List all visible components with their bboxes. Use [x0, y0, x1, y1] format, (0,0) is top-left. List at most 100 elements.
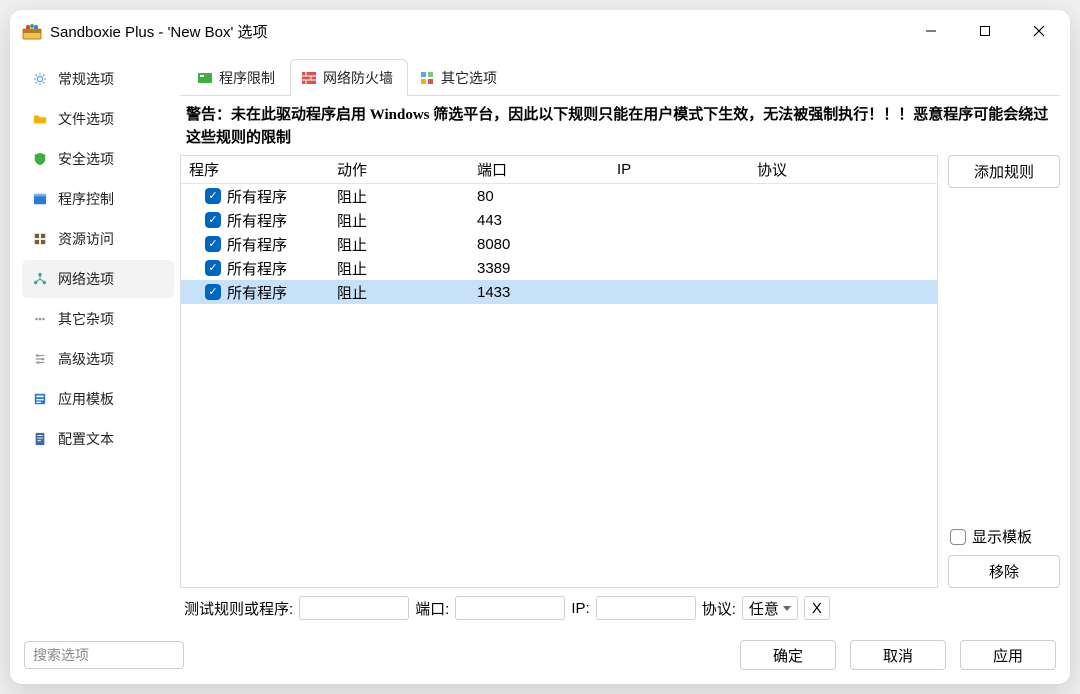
network-icon — [32, 271, 48, 287]
test-clear-button[interactable]: X — [804, 596, 830, 620]
sidebar-item[interactable]: 高级选项 — [22, 340, 174, 378]
test-label: 测试规则或程序: — [184, 598, 293, 619]
sidebar-item[interactable]: 安全选项 — [22, 140, 174, 178]
test-protocol-select[interactable]: 任意 — [742, 596, 798, 620]
row-program: 所有程序 — [227, 258, 287, 279]
row-port: 1433 — [471, 282, 611, 303]
window-icon — [32, 191, 48, 207]
search-options-input[interactable]: 搜索选项 — [24, 641, 184, 669]
add-rule-button[interactable]: 添加规则 — [948, 155, 1060, 188]
minimize-button[interactable] — [908, 15, 954, 47]
col-protocol[interactable]: 协议 — [751, 157, 937, 182]
test-ip-label: IP: — [571, 600, 589, 617]
config-icon — [32, 431, 48, 447]
row-protocol — [751, 194, 937, 198]
apply-button[interactable]: 应用 — [960, 640, 1056, 670]
row-action: 阻止 — [331, 280, 471, 305]
titlebar: Sandboxie Plus - 'New Box' 选项 — [10, 10, 1070, 52]
row-protocol — [751, 266, 937, 270]
window-title: Sandboxie Plus - 'New Box' 选项 — [50, 21, 268, 42]
remove-button[interactable]: 移除 — [948, 555, 1060, 588]
sidebar-item[interactable]: 网络选项 — [22, 260, 174, 298]
sidebar-item[interactable]: 其它杂项 — [22, 300, 174, 338]
maximize-button[interactable] — [962, 15, 1008, 47]
row-protocol — [751, 290, 937, 294]
right-button-column: 添加规则 显示模板 移除 — [948, 155, 1060, 588]
show-templates-label: 显示模板 — [972, 526, 1032, 547]
row-checkbox[interactable]: ✓ — [205, 212, 221, 228]
misc-icon — [32, 311, 48, 327]
tab[interactable]: 程序限制 — [186, 59, 290, 96]
sidebar-item-label: 其它杂项 — [58, 309, 114, 329]
tab-label: 网络防火墙 — [323, 68, 393, 88]
cancel-button[interactable]: 取消 — [850, 640, 946, 670]
sidebar-item-label: 应用模板 — [58, 389, 114, 409]
close-button[interactable] — [1016, 15, 1062, 47]
search-placeholder: 搜索选项 — [33, 645, 89, 665]
sidebar-item-label: 配置文本 — [58, 429, 114, 449]
row-action: 阻止 — [331, 208, 471, 233]
row-ip — [611, 266, 751, 270]
ok-button[interactable]: 确定 — [740, 640, 836, 670]
shield-icon — [32, 151, 48, 167]
row-checkbox[interactable]: ✓ — [205, 260, 221, 276]
table-row[interactable]: ✓所有程序阻止8080 — [181, 232, 937, 256]
resource-icon — [32, 231, 48, 247]
row-port: 443 — [471, 210, 611, 231]
sidebar-item-label: 安全选项 — [58, 149, 114, 169]
sidebar-item[interactable]: 资源访问 — [22, 220, 174, 258]
test-protocol-label: 协议: — [702, 598, 736, 619]
sidebar-item[interactable]: 常规选项 — [22, 60, 174, 98]
sidebar-item-label: 文件选项 — [58, 109, 114, 129]
row-program: 所有程序 — [227, 282, 287, 303]
warning-text: 警告：未在此驱动程序启用 Windows 筛选平台，因此以下规则只能在用户模式下… — [180, 96, 1060, 155]
row-port: 80 — [471, 186, 611, 207]
x-label: X — [812, 600, 822, 617]
row-protocol — [751, 218, 937, 222]
sidebar-item-label: 高级选项 — [58, 349, 114, 369]
app-icon — [22, 21, 42, 41]
test-program-input[interactable] — [299, 596, 409, 620]
row-action: 阻止 — [331, 256, 471, 281]
sidebar-item-label: 资源访问 — [58, 229, 114, 249]
table-row[interactable]: ✓所有程序阻止80 — [181, 184, 937, 208]
rules-table[interactable]: 程序 动作 端口 IP 协议 ✓所有程序阻止80✓所有程序阻止443✓所有程序阻… — [180, 155, 938, 588]
table-header: 程序 动作 端口 IP 协议 — [181, 156, 937, 184]
row-checkbox[interactable]: ✓ — [205, 236, 221, 252]
test-port-input[interactable] — [455, 596, 565, 620]
content-area: 常规选项文件选项安全选项程序控制资源访问网络选项其它杂项高级选项应用模板配置文本… — [10, 52, 1070, 630]
test-protocol-value: 任意 — [749, 598, 779, 619]
advanced-icon — [32, 351, 48, 367]
tab[interactable]: 网络防火墙 — [290, 59, 408, 96]
row-port: 8080 — [471, 234, 611, 255]
checkbox-icon — [950, 529, 966, 545]
row-checkbox[interactable]: ✓ — [205, 188, 221, 204]
row-program: 所有程序 — [227, 186, 287, 207]
tab-label: 其它选项 — [441, 68, 497, 88]
sidebar-item[interactable]: 配置文本 — [22, 420, 174, 458]
col-port[interactable]: 端口 — [471, 157, 611, 182]
options-window: Sandboxie Plus - 'New Box' 选项 常规选项文件选项安全… — [10, 10, 1070, 684]
footer: 搜索选项 确定 取消 应用 — [10, 630, 1070, 684]
tab[interactable]: 其它选项 — [408, 59, 512, 96]
sidebar-item[interactable]: 应用模板 — [22, 380, 174, 418]
row-ip — [611, 242, 751, 246]
sidebar-item-label: 网络选项 — [58, 269, 114, 289]
col-ip[interactable]: IP — [611, 159, 751, 180]
row-port: 3389 — [471, 258, 611, 279]
firewall-icon — [301, 70, 317, 86]
sidebar-item[interactable]: 文件选项 — [22, 100, 174, 138]
row-program: 所有程序 — [227, 234, 287, 255]
table-row[interactable]: ✓ 所有程序 阻止443 — [181, 208, 937, 232]
row-protocol — [751, 242, 937, 246]
show-templates-checkbox[interactable]: 显示模板 — [948, 526, 1060, 547]
test-ip-input[interactable] — [596, 596, 696, 620]
row-program: 所有程序 — [227, 210, 287, 231]
sidebar-item-label: 程序控制 — [58, 189, 114, 209]
col-action[interactable]: 动作 — [331, 157, 471, 182]
col-program[interactable]: 程序 — [181, 157, 331, 182]
row-checkbox[interactable]: ✓ — [205, 284, 221, 300]
table-row[interactable]: ✓ 所有程序 阻止3389 — [181, 256, 937, 280]
table-row[interactable]: ✓ 所有程序 阻止1433 — [181, 280, 937, 304]
sidebar-item[interactable]: 程序控制 — [22, 180, 174, 218]
